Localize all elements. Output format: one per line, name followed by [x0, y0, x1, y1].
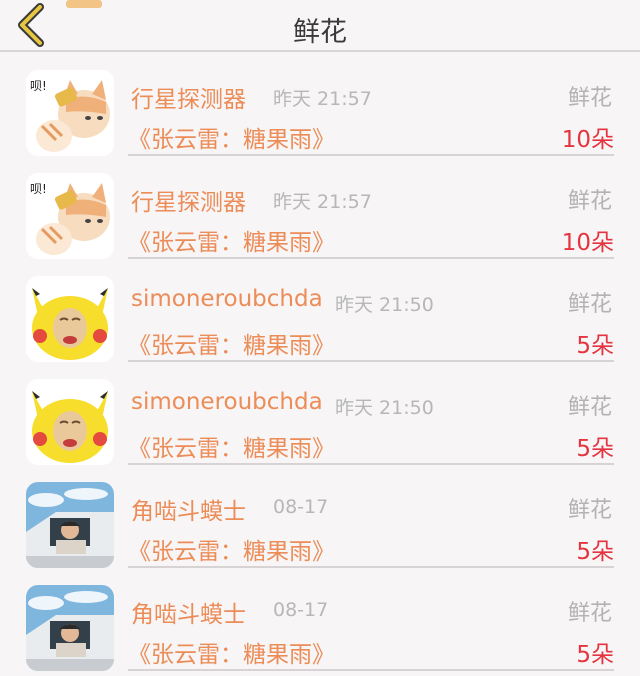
gift-amount: 5朵 [576, 436, 614, 462]
row-divider [128, 669, 614, 671]
page-title: 鲜花 [293, 17, 347, 48]
list-item[interactable]: simoneroubchda 昨天 21:50 鲜花 《张云雷：糖果雨》 5朵 [0, 260, 640, 363]
avatar[interactable] [26, 379, 114, 465]
sender-name[interactable]: 角啮斗蟆士 [131, 595, 246, 629]
row-divider [128, 566, 614, 568]
gift-type: 鲜花 [567, 189, 612, 214]
row-divider [128, 257, 614, 259]
list-item[interactable]: 呗! 行星探测器 昨天 21:57 鲜花 《张云雷：糖果雨》 10朵 [0, 157, 640, 260]
gift-type: 鲜花 [567, 498, 612, 523]
song-title[interactable]: 《张云雷：糖果雨》 [128, 532, 335, 566]
avatar[interactable]: 呗! [26, 173, 114, 259]
gift-type: 鲜花 [567, 86, 612, 111]
sender-name[interactable]: 角啮斗蟆士 [131, 492, 246, 526]
send-time: 昨天 21:50 [335, 294, 434, 316]
send-time: 昨天 21:50 [335, 397, 434, 419]
song-title[interactable]: 《张云雷：糖果雨》 [128, 326, 335, 360]
avatar[interactable] [26, 585, 114, 671]
avatar[interactable] [26, 482, 114, 568]
header-bar: 鲜花 [0, 0, 640, 52]
list-item[interactable]: simoneroubchda 昨天 21:50 鲜花 《张云雷：糖果雨》 5朵 [0, 363, 640, 466]
song-title[interactable]: 《张云雷：糖果雨》 [128, 120, 335, 154]
car-photo-avatar [26, 482, 114, 568]
cat-sticker-avatar: 呗! [26, 70, 114, 156]
sender-name[interactable]: 行星探测器 [131, 183, 246, 217]
gift-amount: 5朵 [576, 642, 614, 668]
avatar[interactable]: 呗! [26, 70, 114, 156]
gift-type: 鲜花 [567, 601, 612, 626]
avatar[interactable] [26, 276, 114, 362]
sender-name[interactable]: simoneroubchda [131, 286, 323, 312]
song-title[interactable]: 《张云雷：糖果雨》 [128, 223, 335, 257]
cat-sticker-avatar: 呗! [26, 173, 114, 259]
row-divider [128, 360, 614, 362]
song-title[interactable]: 《张云雷：糖果雨》 [128, 635, 335, 669]
svg-text:呗!: 呗! [30, 182, 47, 196]
sender-name[interactable]: simoneroubchda [131, 389, 323, 415]
gift-amount: 5朵 [576, 539, 614, 565]
row-divider [128, 154, 614, 156]
pikachu-meme-avatar [26, 379, 114, 465]
list-item[interactable]: 呗! 行星探测器 昨天 21:57 鲜花 《张云雷：糖果雨》 10朵 [0, 54, 640, 157]
sender-name[interactable]: 行星探测器 [131, 80, 246, 114]
pikachu-meme-avatar [26, 276, 114, 362]
gift-amount: 10朵 [561, 127, 614, 153]
list-item[interactable]: 角啮斗蟆士 08-17 鲜花 《张云雷：糖果雨》 5朵 [0, 569, 640, 672]
gift-amount: 5朵 [576, 333, 614, 359]
gift-record-list: 呗! 行星探测器 昨天 21:57 鲜花 《张云雷：糖果雨》 10朵 呗! 行星… [0, 54, 640, 672]
row-divider [128, 463, 614, 465]
partial-avatar-fragment [66, 0, 102, 8]
send-time: 08-17 [273, 599, 329, 621]
car-photo-avatar [26, 585, 114, 671]
gift-type: 鲜花 [567, 292, 612, 317]
gift-type: 鲜花 [567, 395, 612, 420]
song-title[interactable]: 《张云雷：糖果雨》 [128, 429, 335, 463]
send-time: 昨天 21:57 [273, 191, 372, 213]
svg-text:呗!: 呗! [30, 79, 47, 93]
send-time: 昨天 21:57 [273, 88, 372, 110]
gift-amount: 10朵 [561, 230, 614, 256]
list-item[interactable]: 角啮斗蟆士 08-17 鲜花 《张云雷：糖果雨》 5朵 [0, 466, 640, 569]
send-time: 08-17 [273, 496, 329, 518]
